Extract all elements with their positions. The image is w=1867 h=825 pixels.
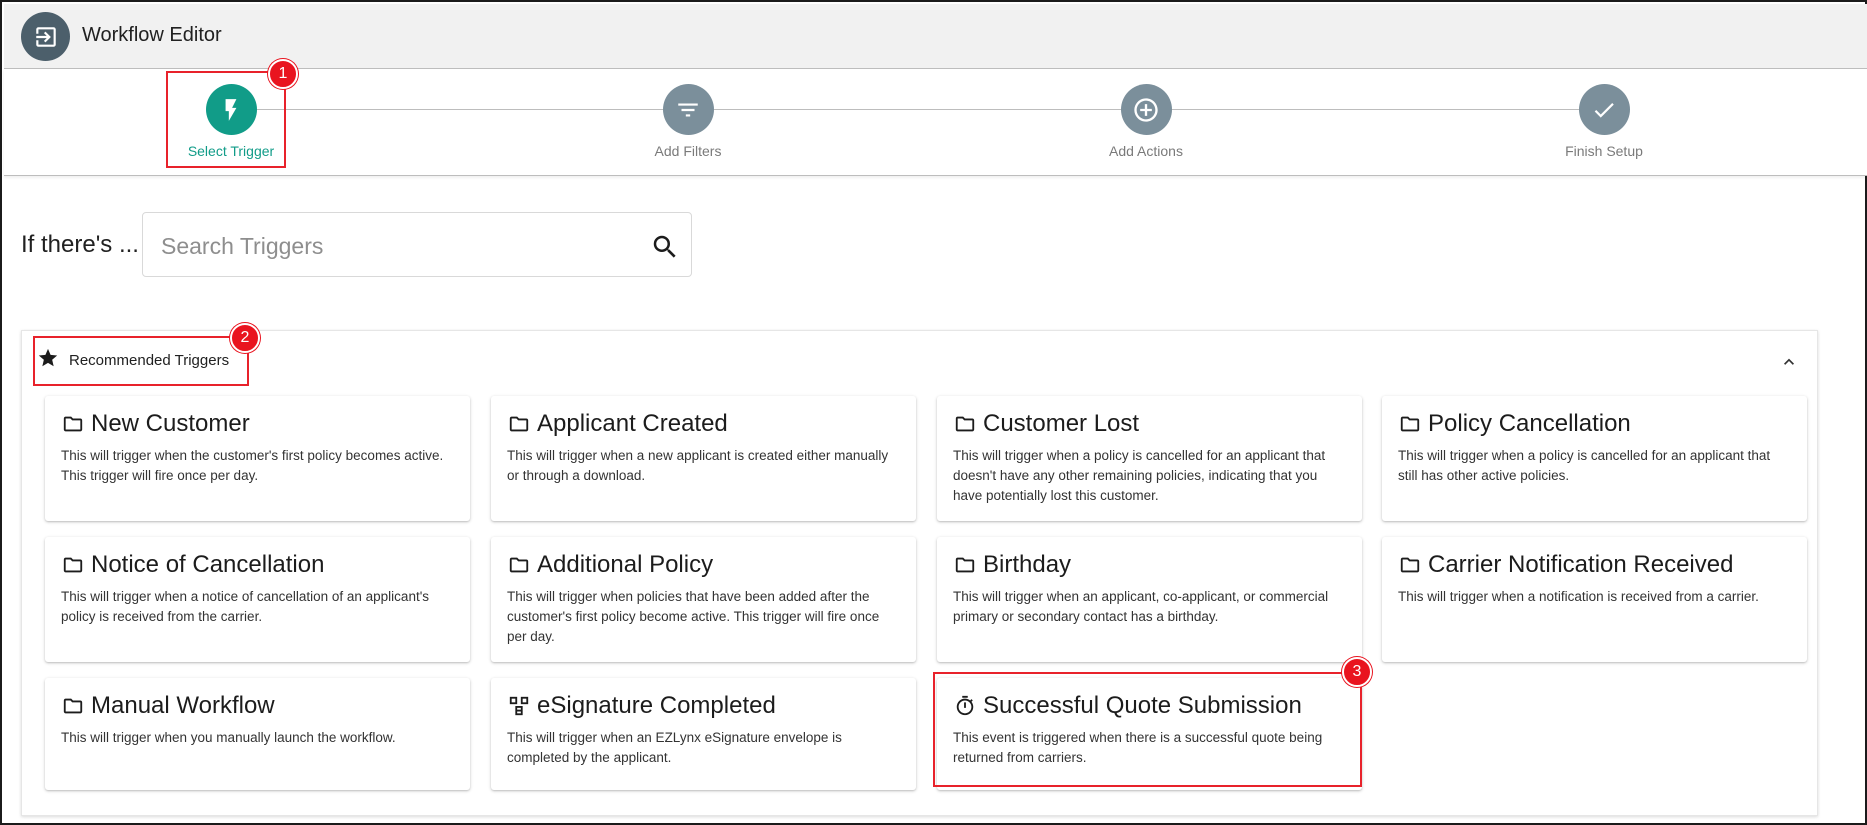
step-finish-setup[interactable]: Finish Setup bbox=[1484, 84, 1724, 159]
card-description: This will trigger when you manually laun… bbox=[61, 730, 396, 745]
highlight-box-recommended-triggers bbox=[33, 336, 249, 386]
card-description: This will trigger when an applicant, co-… bbox=[953, 589, 1329, 624]
chevron-up-icon[interactable] bbox=[1778, 351, 1800, 373]
folder-icon bbox=[61, 553, 85, 577]
folder-icon bbox=[1398, 412, 1422, 436]
trigger-card-new-customer[interactable]: New Customer This will trigger when the … bbox=[45, 396, 470, 521]
card-title: Notice of Cancellation bbox=[91, 551, 325, 578]
trigger-card-additional-policy[interactable]: Additional Policy This will trigger when… bbox=[491, 537, 916, 662]
exit-to-app-icon[interactable] bbox=[21, 12, 70, 61]
app-title: Workflow Editor bbox=[82, 24, 222, 46]
card-description: This will trigger when policies that hav… bbox=[507, 589, 880, 644]
folder-icon bbox=[61, 412, 85, 436]
card-title: Applicant Created bbox=[537, 410, 728, 437]
stepper-connector bbox=[229, 109, 1609, 110]
check-icon bbox=[1578, 84, 1630, 135]
annotation-badge-3: 3 bbox=[1342, 657, 1372, 687]
step-label: Add Filters bbox=[654, 143, 722, 159]
app-frame: Workflow Editor Select Trigger Add Filte… bbox=[0, 0, 1867, 825]
step-add-actions[interactable]: Add Actions bbox=[1026, 84, 1266, 159]
step-label: Add Actions bbox=[1109, 143, 1183, 159]
trigger-card-birthday[interactable]: Birthday This will trigger when an appli… bbox=[937, 537, 1362, 662]
plus-circle-icon bbox=[1120, 84, 1172, 135]
card-title: Manual Workflow bbox=[91, 692, 275, 719]
card-title: Birthday bbox=[983, 551, 1072, 578]
folder-icon bbox=[953, 553, 977, 577]
annotation-badge-2: 2 bbox=[230, 323, 260, 353]
card-title: Customer Lost bbox=[983, 410, 1140, 437]
step-label: Finish Setup bbox=[1565, 143, 1643, 159]
trigger-card-applicant-created[interactable]: Applicant Created This will trigger when… bbox=[491, 396, 916, 521]
trigger-card-carrier-notification[interactable]: Carrier Notification Received This will … bbox=[1382, 537, 1807, 662]
card-description: This will trigger when the customer's fi… bbox=[61, 448, 444, 483]
card-title: eSignature Completed bbox=[537, 692, 776, 719]
card-title: Policy Cancellation bbox=[1428, 410, 1631, 437]
annotation-badge-1: 1 bbox=[268, 59, 298, 89]
folder-icon bbox=[953, 412, 977, 436]
card-description: This will trigger when a policy is cance… bbox=[1398, 448, 1771, 483]
card-description: This will trigger when a notice of cance… bbox=[61, 589, 430, 624]
folder-icon bbox=[507, 412, 531, 436]
search-input[interactable] bbox=[161, 231, 621, 261]
esignature-icon bbox=[507, 694, 531, 718]
card-description: This will trigger when a new applicant i… bbox=[507, 448, 889, 483]
trigger-card-manual-workflow[interactable]: Manual Workflow This will trigger when y… bbox=[45, 678, 470, 790]
card-description: This will trigger when a policy is cance… bbox=[953, 448, 1326, 503]
card-title: New Customer bbox=[91, 410, 250, 437]
search-icon[interactable] bbox=[649, 231, 681, 263]
recommended-triggers-panel: Recommended Triggers New Customer This w… bbox=[21, 330, 1818, 816]
highlight-box-successful-quote bbox=[933, 672, 1362, 787]
step-add-filters[interactable]: Add Filters bbox=[568, 84, 808, 159]
trigger-card-customer-lost[interactable]: Customer Lost This will trigger when a p… bbox=[937, 396, 1362, 521]
trigger-card-policy-cancellation[interactable]: Policy Cancellation This will trigger wh… bbox=[1382, 396, 1807, 521]
folder-icon bbox=[61, 694, 85, 718]
folder-icon bbox=[1398, 553, 1422, 577]
card-title: Additional Policy bbox=[537, 551, 714, 578]
search-box bbox=[142, 212, 692, 277]
trigger-card-notice-of-cancellation[interactable]: Notice of Cancellation This will trigger… bbox=[45, 537, 470, 662]
card-description: This will trigger when a notification is… bbox=[1398, 589, 1759, 604]
search-prefix-label: If there's ... bbox=[21, 231, 139, 258]
folder-icon bbox=[507, 553, 531, 577]
card-description: This will trigger when an EZLynx eSignat… bbox=[507, 730, 842, 765]
trigger-card-esignature-completed[interactable]: eSignature Completed This will trigger w… bbox=[491, 678, 916, 790]
card-title: Carrier Notification Received bbox=[1428, 551, 1734, 578]
highlight-box-select-trigger bbox=[166, 71, 286, 168]
filter-icon bbox=[662, 84, 714, 135]
